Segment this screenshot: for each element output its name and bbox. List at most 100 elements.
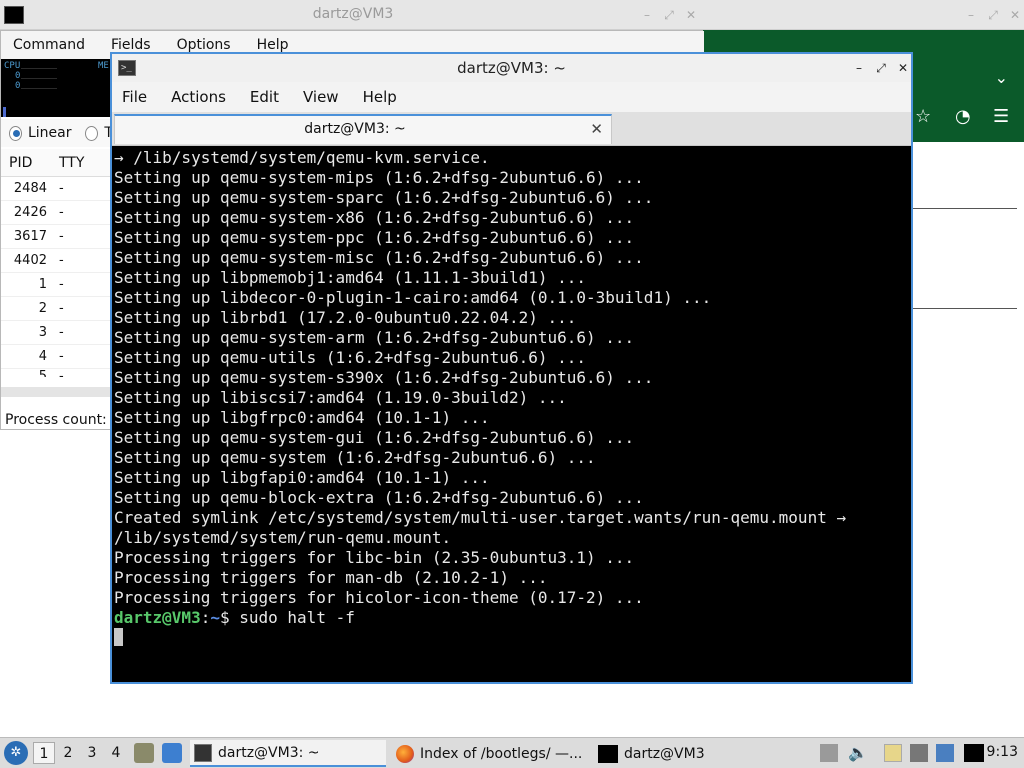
workspace-3[interactable]: 3 — [81, 742, 103, 764]
table-row[interactable]: 3- — [1, 321, 113, 345]
terminal-output[interactable]: → /lib/systemd/system/qemu-kvm.service. S… — [112, 146, 911, 682]
linear-radio[interactable] — [9, 125, 22, 141]
tty-cell: - — [59, 349, 64, 364]
xterm-icon — [598, 744, 618, 763]
terminal-icon — [194, 743, 212, 762]
minimize-button[interactable]: – — [962, 6, 980, 24]
workspace-1[interactable]: 1 — [33, 742, 55, 764]
task-label: dartz@VM3: ~ — [218, 744, 320, 761]
table-row[interactable]: 5- — [1, 369, 113, 377]
table-row[interactable]: 3617- — [1, 225, 113, 249]
menu-file[interactable]: File — [122, 88, 147, 106]
column-pid[interactable]: PID — [1, 155, 51, 171]
close-tab-icon[interactable]: ✕ — [590, 120, 603, 138]
menu-options[interactable]: Options — [177, 37, 231, 53]
file-manager-icon[interactable] — [134, 743, 154, 763]
terminal-output-line: Processing triggers for hicolor-icon-the… — [114, 588, 644, 607]
graph-bar — [3, 107, 6, 117]
divider — [913, 308, 1017, 309]
maximize-button[interactable]: ⤢ — [660, 6, 678, 24]
firefox-icon — [396, 744, 414, 763]
pid-cell: 4402 — [13, 253, 47, 268]
workspace-4[interactable]: 4 — [105, 742, 127, 764]
task-firefox[interactable]: Index of /bootlegs/ —... — [392, 740, 588, 767]
terminal-output-line: Setting up qemu-utils (1:6.2+dfsg-2ubunt… — [114, 348, 587, 367]
terminal-tab[interactable]: dartz@VM3: ~ ✕ — [114, 114, 612, 144]
volume-icon[interactable]: 🔈 — [848, 744, 868, 762]
graph-line — [21, 78, 57, 79]
table-row[interactable]: 4- — [1, 345, 113, 369]
close-button[interactable]: ✕ — [682, 6, 700, 24]
terminal-output-line: Processing triggers for man-db (2.10.2-1… — [114, 568, 548, 587]
terminal-output-lines: → /lib/systemd/system/qemu-kvm.service. S… — [114, 148, 909, 608]
pid-cell: 1 — [38, 277, 47, 292]
scale-radio-group: Linear T — [1, 119, 113, 147]
menu-help[interactable]: Help — [257, 37, 289, 53]
task-xterm[interactable]: dartz@VM3 — [594, 740, 790, 767]
screen-icon[interactable] — [964, 744, 984, 762]
horizontal-scrollbar[interactable] — [1, 387, 113, 397]
task-terminal[interactable]: dartz@VM3: ~ — [190, 740, 386, 767]
table-row[interactable]: 2426- — [1, 201, 113, 225]
pid-cell: 3 — [38, 325, 47, 340]
background-window-title: dartz@VM3 — [312, 6, 394, 22]
terminal-output-line: Setting up qemu-system-sparc (1:6.2+dfsg… — [114, 188, 654, 207]
maximize-button[interactable]: ⤢ — [872, 59, 890, 77]
table-row[interactable]: 2484- — [1, 177, 113, 201]
resource-graphs: CPU ME 0 0 — [1, 59, 113, 117]
clipboard-icon[interactable] — [884, 744, 902, 762]
pid-cell: 5 — [38, 369, 47, 377]
menu-command[interactable]: Command — [13, 37, 85, 53]
terminal-output-line: Setting up libiscsi7:amd64 (1.19.0-3buil… — [114, 388, 567, 407]
update-icon[interactable] — [820, 744, 838, 762]
terminal-tabbar: dartz@VM3: ~ ✕ — [112, 112, 911, 146]
terminal-output-line: Setting up libgfrpc0:amd64 (10.1-1) ... — [114, 408, 490, 427]
bookmark-star-icon[interactable]: ☆ — [915, 106, 931, 127]
menu-edit[interactable]: Edit — [250, 88, 279, 106]
background-window-titlebar[interactable]: dartz@VM3 – ⤢ ✕ – ⤢ ✕ — [0, 0, 1024, 30]
terminal-output-line: Setting up qemu-system-mips (1:6.2+dfsg-… — [114, 168, 644, 187]
show-desktop-icon[interactable] — [162, 743, 182, 763]
table-row[interactable]: 1- — [1, 273, 113, 297]
divider — [913, 208, 1017, 209]
pid-cell: 2426 — [13, 205, 47, 220]
clock[interactable]: 9:13 — [987, 744, 1018, 760]
menu-view[interactable]: View — [303, 88, 339, 106]
prompt-user: dartz@VM3 — [114, 608, 201, 627]
terminal-output-line: Created symlink /etc/systemd/system/mult… — [114, 508, 847, 527]
tty-cell: - — [59, 301, 64, 316]
close-button[interactable]: ✕ — [894, 59, 912, 77]
column-tty[interactable]: TTY — [51, 155, 84, 171]
terminal-output-line: Setting up libpmemobj1:amd64 (1.11.1-3bu… — [114, 268, 587, 287]
menu-help[interactable]: Help — [363, 88, 397, 106]
keyboard-icon[interactable] — [910, 744, 928, 762]
chevron-down-icon[interactable]: ⌄ — [995, 68, 1008, 87]
terminal-titlebar[interactable]: >_ dartz@VM3: ~ – ⤢ ✕ — [112, 54, 911, 82]
notification-icon[interactable] — [936, 744, 954, 762]
terminal-output-line: Setting up libdecor-0-plugin-1-cairo:amd… — [114, 288, 712, 307]
tty-cell: - — [59, 277, 64, 292]
terminal-output-line: Processing triggers for libc-bin (2.35-0… — [114, 548, 635, 567]
minimize-button[interactable]: – — [638, 6, 656, 24]
graph-value: 0 — [15, 71, 21, 81]
text-cursor — [114, 628, 123, 646]
terminal-output-line: Setting up qemu-system-s390x (1:6.2+dfsg… — [114, 368, 654, 387]
menu-fields[interactable]: Fields — [111, 37, 151, 53]
terminal-tab-label: dartz@VM3: ~ — [304, 121, 406, 137]
hamburger-menu-icon[interactable]: ☰ — [993, 106, 1009, 127]
table-row[interactable]: 2- — [1, 297, 113, 321]
mem-label: ME — [98, 61, 109, 71]
terminal-window: >_ dartz@VM3: ~ – ⤢ ✕ File Actions Edit … — [110, 52, 913, 684]
close-button[interactable]: ✕ — [1006, 6, 1024, 24]
workspace-2[interactable]: 2 — [57, 742, 79, 764]
cpu-label: CPU — [4, 61, 21, 71]
graph-line — [21, 68, 57, 69]
maximize-button[interactable]: ⤢ — [984, 6, 1002, 24]
table-row[interactable]: 4402- — [1, 249, 113, 273]
other-radio[interactable] — [85, 125, 99, 141]
start-menu-icon[interactable]: ✲ — [4, 741, 28, 765]
account-icon[interactable]: ◔ — [955, 106, 971, 127]
tty-cell: - — [59, 369, 64, 377]
minimize-button[interactable]: – — [850, 59, 868, 77]
menu-actions[interactable]: Actions — [171, 88, 226, 106]
